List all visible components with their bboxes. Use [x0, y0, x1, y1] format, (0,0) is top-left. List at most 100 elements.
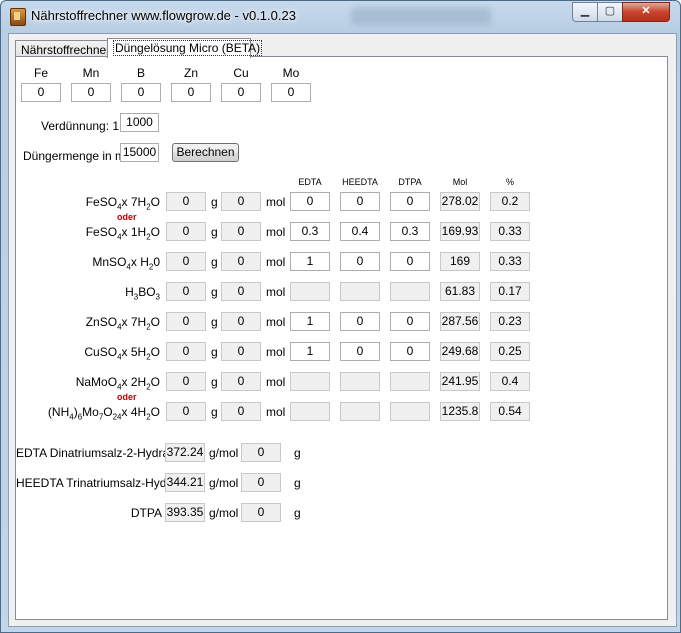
- compound-mol: 0: [221, 312, 261, 331]
- molar-mass: 249.68: [440, 342, 480, 361]
- element-label-b: B: [136, 66, 145, 80]
- compound-name: H3BO3: [125, 285, 160, 302]
- chelate-molar-mass: 393.35: [165, 503, 205, 522]
- unit-mol: mol: [266, 255, 286, 269]
- heedta-input: [340, 402, 380, 421]
- percent-value: 0.4: [490, 372, 530, 391]
- client-area: Nährstoffrechner Düngelösung Micro (BETA…: [8, 33, 677, 627]
- close-button[interactable]: ✕: [622, 2, 670, 22]
- chelate-label: DTPA: [130, 506, 162, 520]
- compound-grams: 0: [166, 192, 206, 211]
- dtpa-input: [390, 372, 430, 391]
- edta-input[interactable]: 1: [290, 342, 330, 361]
- chelate-label: HEEDTA Trinatriumsalz-Hydrat: [16, 476, 181, 490]
- header-dtpa: DTPA: [398, 177, 422, 187]
- compound-name: ZnSO4x 7H2O: [85, 315, 160, 332]
- compound-name: MnSO4x H20: [92, 255, 160, 272]
- header-heedta: HEEDTA: [342, 177, 378, 187]
- compound-grams: 0: [166, 402, 206, 421]
- unit-mol: mol: [266, 195, 286, 209]
- chelate-grams: 0: [241, 503, 281, 522]
- calculate-button[interactable]: Berechnen: [172, 143, 239, 162]
- element-input-zn[interactable]: 0: [171, 83, 211, 102]
- edta-input: [290, 402, 330, 421]
- tab-panel: Fe 0 Mn 0B 0 Zn 0 Cu 0 Mo 0 Verdünnung: 1 : …: [15, 56, 668, 620]
- heedta-input: [340, 282, 380, 301]
- amount-input[interactable]: 15000: [120, 143, 159, 162]
- compound-grams: 0: [166, 342, 206, 361]
- compound-mol: 0: [221, 252, 261, 271]
- percent-value: 0.17: [490, 282, 530, 301]
- tab-duengeloesung-micro[interactable]: Düngelösung Micro (BETA): [107, 38, 263, 58]
- heedta-input[interactable]: 0.4: [340, 222, 380, 241]
- maximize-button[interactable]: ▢: [597, 2, 623, 22]
- dilution-input[interactable]: 1000: [120, 113, 159, 132]
- compound-name: NaMoO4x 2H2O: [75, 375, 160, 392]
- dtpa-input[interactable]: 0: [390, 192, 430, 211]
- element-input-fe[interactable]: 0: [21, 83, 61, 102]
- edta-input[interactable]: 1: [290, 252, 330, 271]
- compound-name: FeSO4x 1H2O: [85, 225, 160, 242]
- edta-input[interactable]: 1: [290, 312, 330, 331]
- tab-label: Düngelösung Micro (BETA): [113, 40, 263, 56]
- unit-g: g: [294, 476, 301, 490]
- dtpa-input: [390, 282, 430, 301]
- unit-gmol: g/mol: [209, 446, 239, 460]
- edta-input: [290, 282, 330, 301]
- heedta-input[interactable]: 0: [340, 192, 380, 211]
- oder-label-fe: oder: [117, 212, 137, 222]
- compound-mol: 0: [221, 372, 261, 391]
- edta-input[interactable]: 0.3: [290, 222, 330, 241]
- blurred-background-window: [351, 7, 491, 25]
- compound-mol: 0: [221, 222, 261, 241]
- unit-mol: mol: [266, 225, 286, 239]
- compound-mol: 0: [221, 282, 261, 301]
- unit-mol: mol: [266, 375, 286, 389]
- molar-mass: 241.95: [440, 372, 480, 391]
- compound-name: (NH4)6Mo7O24x 4H2O: [47, 405, 160, 422]
- molar-mass: 169: [440, 252, 480, 271]
- percent-value: 0.33: [490, 222, 530, 241]
- oder-label-mo: oder: [117, 392, 137, 402]
- heedta-input[interactable]: 0: [340, 342, 380, 361]
- molar-mass: 278.02: [440, 192, 480, 211]
- unit-g: g: [211, 225, 218, 239]
- chelate-grams: 0: [241, 443, 281, 462]
- element-input-cu[interactable]: 0: [221, 83, 261, 102]
- header-mol: Mol: [452, 177, 468, 187]
- unit-gmol: g/mol: [209, 506, 239, 520]
- dtpa-input[interactable]: 0: [390, 312, 430, 331]
- element-input-b[interactable]: 0: [121, 83, 161, 102]
- unit-g: g: [294, 446, 301, 460]
- unit-mol: mol: [266, 345, 286, 359]
- chelate-molar-mass: 372.24: [165, 443, 205, 462]
- heedta-input[interactable]: 0: [340, 312, 380, 331]
- element-label-mn: Mn: [82, 66, 100, 80]
- element-input-mo[interactable]: 0: [271, 83, 311, 102]
- unit-g: g: [211, 345, 218, 359]
- percent-value: 0.33: [490, 252, 530, 271]
- percent-value: 0.23: [490, 312, 530, 331]
- edta-input: [290, 372, 330, 391]
- dtpa-input[interactable]: 0: [390, 342, 430, 361]
- title-bar[interactable]: Nährstoffrechner www.flowgrow.de - v0.1.…: [1, 1, 680, 31]
- compound-mol: 0: [221, 402, 261, 421]
- molar-mass: 1235.8: [440, 402, 480, 421]
- molar-mass: 169.93: [440, 222, 480, 241]
- element-label-cu: Cu: [233, 66, 249, 80]
- dtpa-input[interactable]: 0: [390, 252, 430, 271]
- unit-g: g: [211, 315, 218, 329]
- compound-grams: 0: [166, 222, 206, 241]
- minimize-button[interactable]: ▁: [572, 2, 598, 22]
- element-input-mn[interactable]: 0: [71, 83, 111, 102]
- tab-naehrstoffrechner[interactable]: Nährstoffrechner: [15, 40, 114, 57]
- unit-g: g: [211, 285, 218, 299]
- edta-input[interactable]: 0: [290, 192, 330, 211]
- molar-mass: 287.56: [440, 312, 480, 331]
- dtpa-input[interactable]: 0.3: [390, 222, 430, 241]
- unit-g: g: [211, 405, 218, 419]
- heedta-input[interactable]: 0: [340, 252, 380, 271]
- unit-g: g: [211, 255, 218, 269]
- app-icon[interactable]: [10, 8, 26, 26]
- header-percent: %: [505, 177, 514, 187]
